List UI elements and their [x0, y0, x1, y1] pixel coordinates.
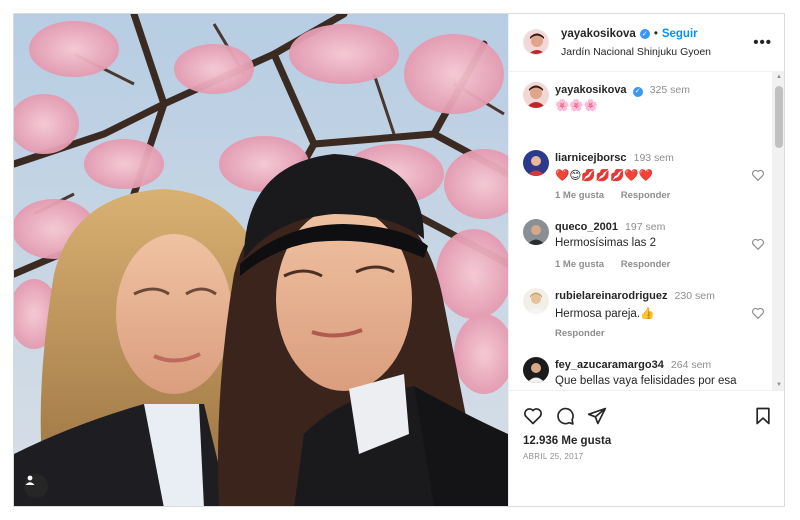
reply-button[interactable]: Responder [621, 259, 671, 270]
post-side-panel: yayakosikova ✓ • Seguir Jardín Nacional … [508, 14, 784, 506]
comment-header: queco_2001 197 sem [555, 221, 665, 233]
heart-icon[interactable] [751, 168, 765, 182]
comment-username[interactable]: fey_azucaramargo34 [555, 359, 664, 371]
tagged-users-button[interactable] [24, 474, 48, 498]
comment-timestamp: 264 sem [670, 359, 712, 371]
commenter-avatar[interactable] [523, 357, 549, 383]
heart-icon[interactable] [751, 306, 765, 320]
author-username[interactable]: yayakosikova [561, 28, 636, 40]
comment-item: queco_2001 197 sem Hermosísimas las 2 1 … [523, 219, 773, 279]
comments-scrollbar[interactable]: ▲ ▼ [772, 72, 784, 390]
comment-text: Que bellas vaya felisidades por esa [555, 375, 737, 387]
user-tag-icon [25, 475, 35, 485]
comment-header: fey_azucaramargo34 264 sem [555, 359, 711, 371]
caption-item: yayakosikova ✓ 325 sem 🌸🌸🌸 [523, 82, 773, 112]
scroll-up-icon[interactable]: ▲ [776, 74, 782, 80]
commenter-avatar[interactable] [523, 219, 549, 245]
separator-dot: • [653, 28, 658, 40]
post-date[interactable]: ABRIL 25, 2017 [523, 452, 583, 461]
post-dialog: yayakosikova ✓ • Seguir Jardín Nacional … [13, 13, 785, 507]
comment-timestamp: 230 sem [674, 290, 715, 302]
author-line: yayakosikova ✓ • Seguir [561, 28, 698, 40]
caption-header: yayakosikova ✓ 325 sem [555, 84, 690, 97]
caption-timestamp: 325 sem [649, 84, 690, 96]
follow-button[interactable]: Seguir [662, 28, 698, 40]
heart-icon[interactable] [751, 237, 765, 251]
likes-count[interactable]: 12.936 Me gusta [523, 435, 611, 447]
more-options-icon[interactable]: ••• [753, 34, 772, 51]
author-avatar[interactable] [523, 82, 549, 108]
post-header: yayakosikova ✓ • Seguir Jardín Nacional … [509, 14, 784, 72]
comment-username[interactable]: rubielareinarodriguez [555, 290, 667, 302]
reply-button[interactable]: Responder [621, 190, 671, 201]
comment-username[interactable]: liarnicejborsc [555, 152, 627, 164]
post-actions: 12.936 Me gusta ABRIL 25, 2017 [509, 390, 784, 506]
scrollbar-thumb[interactable] [775, 86, 783, 148]
post-location[interactable]: Jardín Nacional Shinjuku Gyoen [561, 46, 711, 58]
heart-icon[interactable] [523, 406, 543, 426]
comment-header: liarnicejborsc 193 sem [555, 152, 674, 164]
comment-item: liarnicejborsc 193 sem ❤️😊💋💋💋❤️❤️ 1 Me g… [523, 150, 773, 210]
save-icon[interactable] [753, 406, 773, 426]
comment-header: rubielareinarodriguez 230 sem [555, 290, 715, 302]
scroll-down-icon[interactable]: ▼ [776, 382, 782, 388]
caption-text: 🌸🌸🌸 [555, 100, 598, 112]
commenter-avatar[interactable] [523, 288, 549, 314]
verified-icon: ✓ [632, 86, 643, 97]
photo-image [14, 14, 508, 506]
comment-icon[interactable] [555, 406, 575, 426]
comment-meta: Responder [555, 328, 619, 339]
comment-meta: 1 Me gusta Responder [555, 259, 684, 270]
comment-timestamp: 197 sem [625, 221, 666, 233]
comment-timestamp: 193 sem [633, 152, 674, 164]
comment-text: Hermosísimas las 2 [555, 237, 656, 249]
commenter-avatar[interactable] [523, 150, 549, 176]
caption-username[interactable]: yayakosikova [555, 84, 627, 96]
comments-list[interactable]: yayakosikova ✓ 325 sem 🌸🌸🌸 liarnicejbors… [509, 72, 784, 390]
share-icon[interactable] [587, 406, 607, 426]
verified-icon: ✓ [639, 29, 650, 39]
comment-text: Hermosa pareja.👍 [555, 308, 655, 320]
post-photo[interactable] [14, 14, 508, 506]
comment-item: fey_azucaramargo34 264 sem Que bellas va… [523, 357, 773, 390]
author-avatar[interactable] [523, 29, 549, 55]
comment-item: rubielareinarodriguez 230 sem Hermosa pa… [523, 288, 773, 348]
comment-likes-link[interactable]: 1 Me gusta [555, 259, 604, 270]
comment-meta: 1 Me gusta Responder [555, 190, 684, 201]
comment-text: ❤️😊💋💋💋❤️❤️ [555, 170, 653, 182]
reply-button[interactable]: Responder [555, 328, 605, 339]
comment-likes-link[interactable]: 1 Me gusta [555, 190, 604, 201]
comment-username[interactable]: queco_2001 [555, 221, 618, 233]
